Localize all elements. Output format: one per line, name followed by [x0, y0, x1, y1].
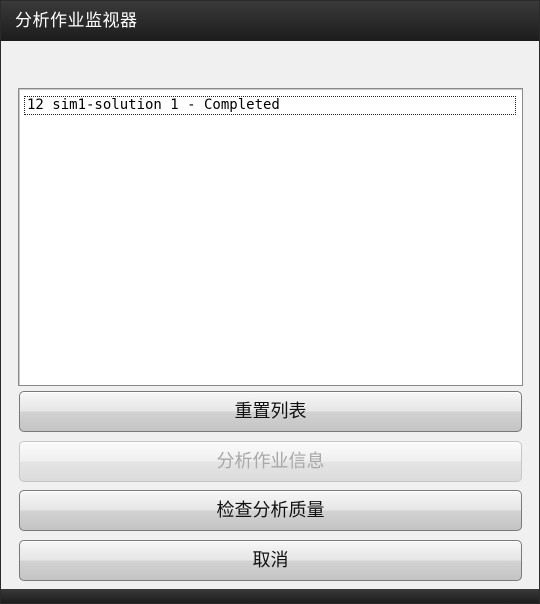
title-bar[interactable]: 分析作业监视器: [1, 1, 539, 41]
list-item[interactable]: 12 sim1-solution 1 - Completed: [24, 96, 516, 115]
analysis-job-monitor-dialog: 分析作业监视器 12 sim1-solution 1 - Completed 重…: [0, 0, 540, 604]
reset-list-button[interactable]: 重置列表: [19, 391, 522, 432]
job-info-button: 分析作业信息: [19, 441, 522, 482]
bottom-border: [1, 589, 539, 603]
window-title: 分析作业监视器: [15, 11, 138, 31]
job-list[interactable]: 12 sim1-solution 1 - Completed: [18, 88, 523, 386]
check-quality-button[interactable]: 检查分析质量: [19, 490, 522, 531]
cancel-button[interactable]: 取消: [19, 540, 522, 581]
